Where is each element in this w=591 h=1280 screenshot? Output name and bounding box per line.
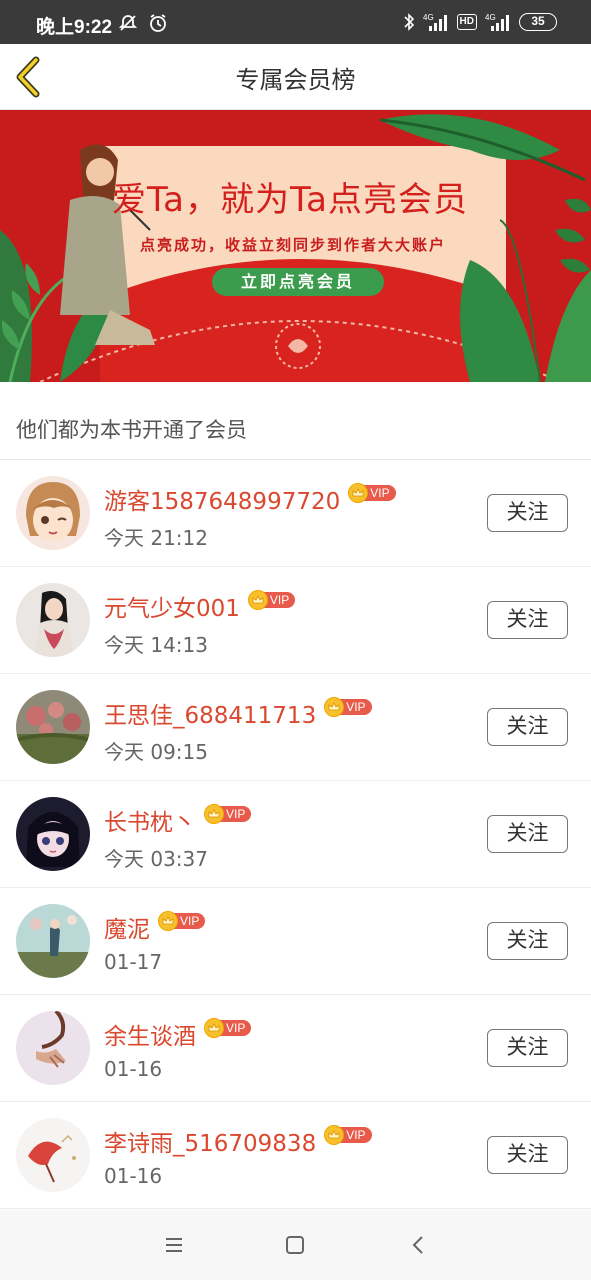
member-name[interactable]: 长书枕丶: [104, 803, 196, 837]
list-item[interactable]: 元气少女001 VIP 今天 14:13 关注: [0, 567, 591, 674]
vip-badge: VIP: [348, 483, 396, 503]
status-time: 晚上9:22: [36, 17, 113, 38]
battery-indicator: 35: [519, 13, 557, 31]
banner-subtitle: 点亮成功，收益立刻同步到作者大大账户: [140, 236, 447, 254]
bluetooth-icon: [403, 13, 414, 31]
svg-text:4G: 4G: [485, 13, 496, 22]
vip-badge: VIP: [204, 1018, 252, 1038]
member-name[interactable]: 李诗雨_516709838: [104, 1124, 316, 1158]
section-label: 他们都为本书开通了会员: [16, 418, 247, 442]
follow-button[interactable]: 关注: [487, 1029, 568, 1067]
promo-banner[interactable]: 爱Ta，就为Ta点亮会员 点亮成功，收益立刻同步到作者大大账户 立即点亮会员: [0, 110, 591, 382]
list-item[interactable]: 游客1587648997720 VIP 今天 21:12 关注: [0, 460, 591, 567]
page-title: 专属会员榜: [235, 66, 356, 94]
home-icon[interactable]: [282, 1232, 308, 1258]
vip-badge: VIP: [204, 804, 252, 824]
follow-button[interactable]: 关注: [487, 708, 568, 746]
follow-button[interactable]: 关注: [487, 815, 568, 853]
member-time: 今天 21:12: [104, 526, 208, 550]
vip-badge: VIP: [324, 697, 372, 717]
member-time: 今天 14:13: [104, 633, 208, 657]
mute-icon: [118, 15, 138, 31]
menu-icon[interactable]: [161, 1232, 187, 1258]
member-time: 今天 03:37: [104, 847, 208, 871]
crown-icon: [328, 702, 340, 711]
member-name[interactable]: 元气少女001: [104, 589, 240, 623]
signal-icon-2: 4G: [485, 13, 509, 31]
follow-button[interactable]: 关注: [487, 1136, 568, 1174]
follow-button[interactable]: 关注: [487, 922, 568, 960]
signal-icon: 4G: [423, 13, 447, 31]
avatar[interactable]: [16, 1118, 90, 1192]
vip-badge: VIP: [158, 911, 206, 931]
crown-icon: [208, 1023, 220, 1032]
avatar[interactable]: [16, 583, 90, 657]
member-time: 01-16: [104, 1164, 163, 1188]
avatar[interactable]: [16, 797, 90, 871]
member-time: 今天 09:15: [104, 740, 208, 764]
list-item[interactable]: 魔泥 VIP 01-17 关注: [0, 888, 591, 995]
banner-headline: 爱Ta，就为Ta点亮会员: [112, 180, 468, 220]
crown-icon: [162, 916, 174, 925]
avatar[interactable]: [16, 904, 90, 978]
svg-text:4G: 4G: [423, 13, 434, 22]
follow-button[interactable]: 关注: [487, 494, 568, 532]
status-bar: 晚上9:22 4G HD 4G 35: [0, 0, 591, 44]
crown-icon: [252, 595, 264, 604]
crown-icon: [328, 1130, 340, 1139]
light-up-vip-button[interactable]: 立即点亮会员: [212, 268, 384, 296]
avatar[interactable]: [16, 476, 90, 550]
avatar[interactable]: [16, 1011, 90, 1085]
member-time: 01-17: [104, 950, 163, 974]
member-name[interactable]: 魔泥: [104, 910, 150, 944]
vip-badge: VIP: [324, 1125, 372, 1145]
member-time: 01-16: [104, 1057, 163, 1081]
crown-icon: [352, 488, 364, 497]
member-name[interactable]: 余生谈酒: [104, 1017, 196, 1051]
avatar[interactable]: [16, 690, 90, 764]
follow-button[interactable]: 关注: [487, 601, 568, 639]
system-nav-bar: [0, 1210, 591, 1280]
member-name[interactable]: 游客1587648997720: [104, 482, 340, 516]
vip-badge: VIP: [247, 590, 296, 610]
crown-icon: [208, 809, 220, 818]
list-item[interactable]: 余生谈酒 VIP 01-16 关注: [0, 995, 591, 1102]
list-item[interactable]: 王思佳_688411713 VIP 今天 09:15 关注: [0, 674, 591, 781]
member-name[interactable]: 王思佳_688411713: [104, 696, 316, 730]
member-list: 游客1587648997720 VIP 今天 21:12 关注 元气少女001 …: [0, 460, 591, 1209]
back-icon[interactable]: [406, 1232, 432, 1258]
list-item[interactable]: 李诗雨_516709838 VIP 01-16 关注: [0, 1102, 591, 1209]
hd-badge: HD: [456, 14, 477, 30]
alarm-icon: [150, 14, 166, 32]
nav-bar: 专属会员榜: [0, 44, 591, 110]
list-item[interactable]: 长书枕丶 VIP 今天 03:37 关注: [0, 781, 591, 888]
